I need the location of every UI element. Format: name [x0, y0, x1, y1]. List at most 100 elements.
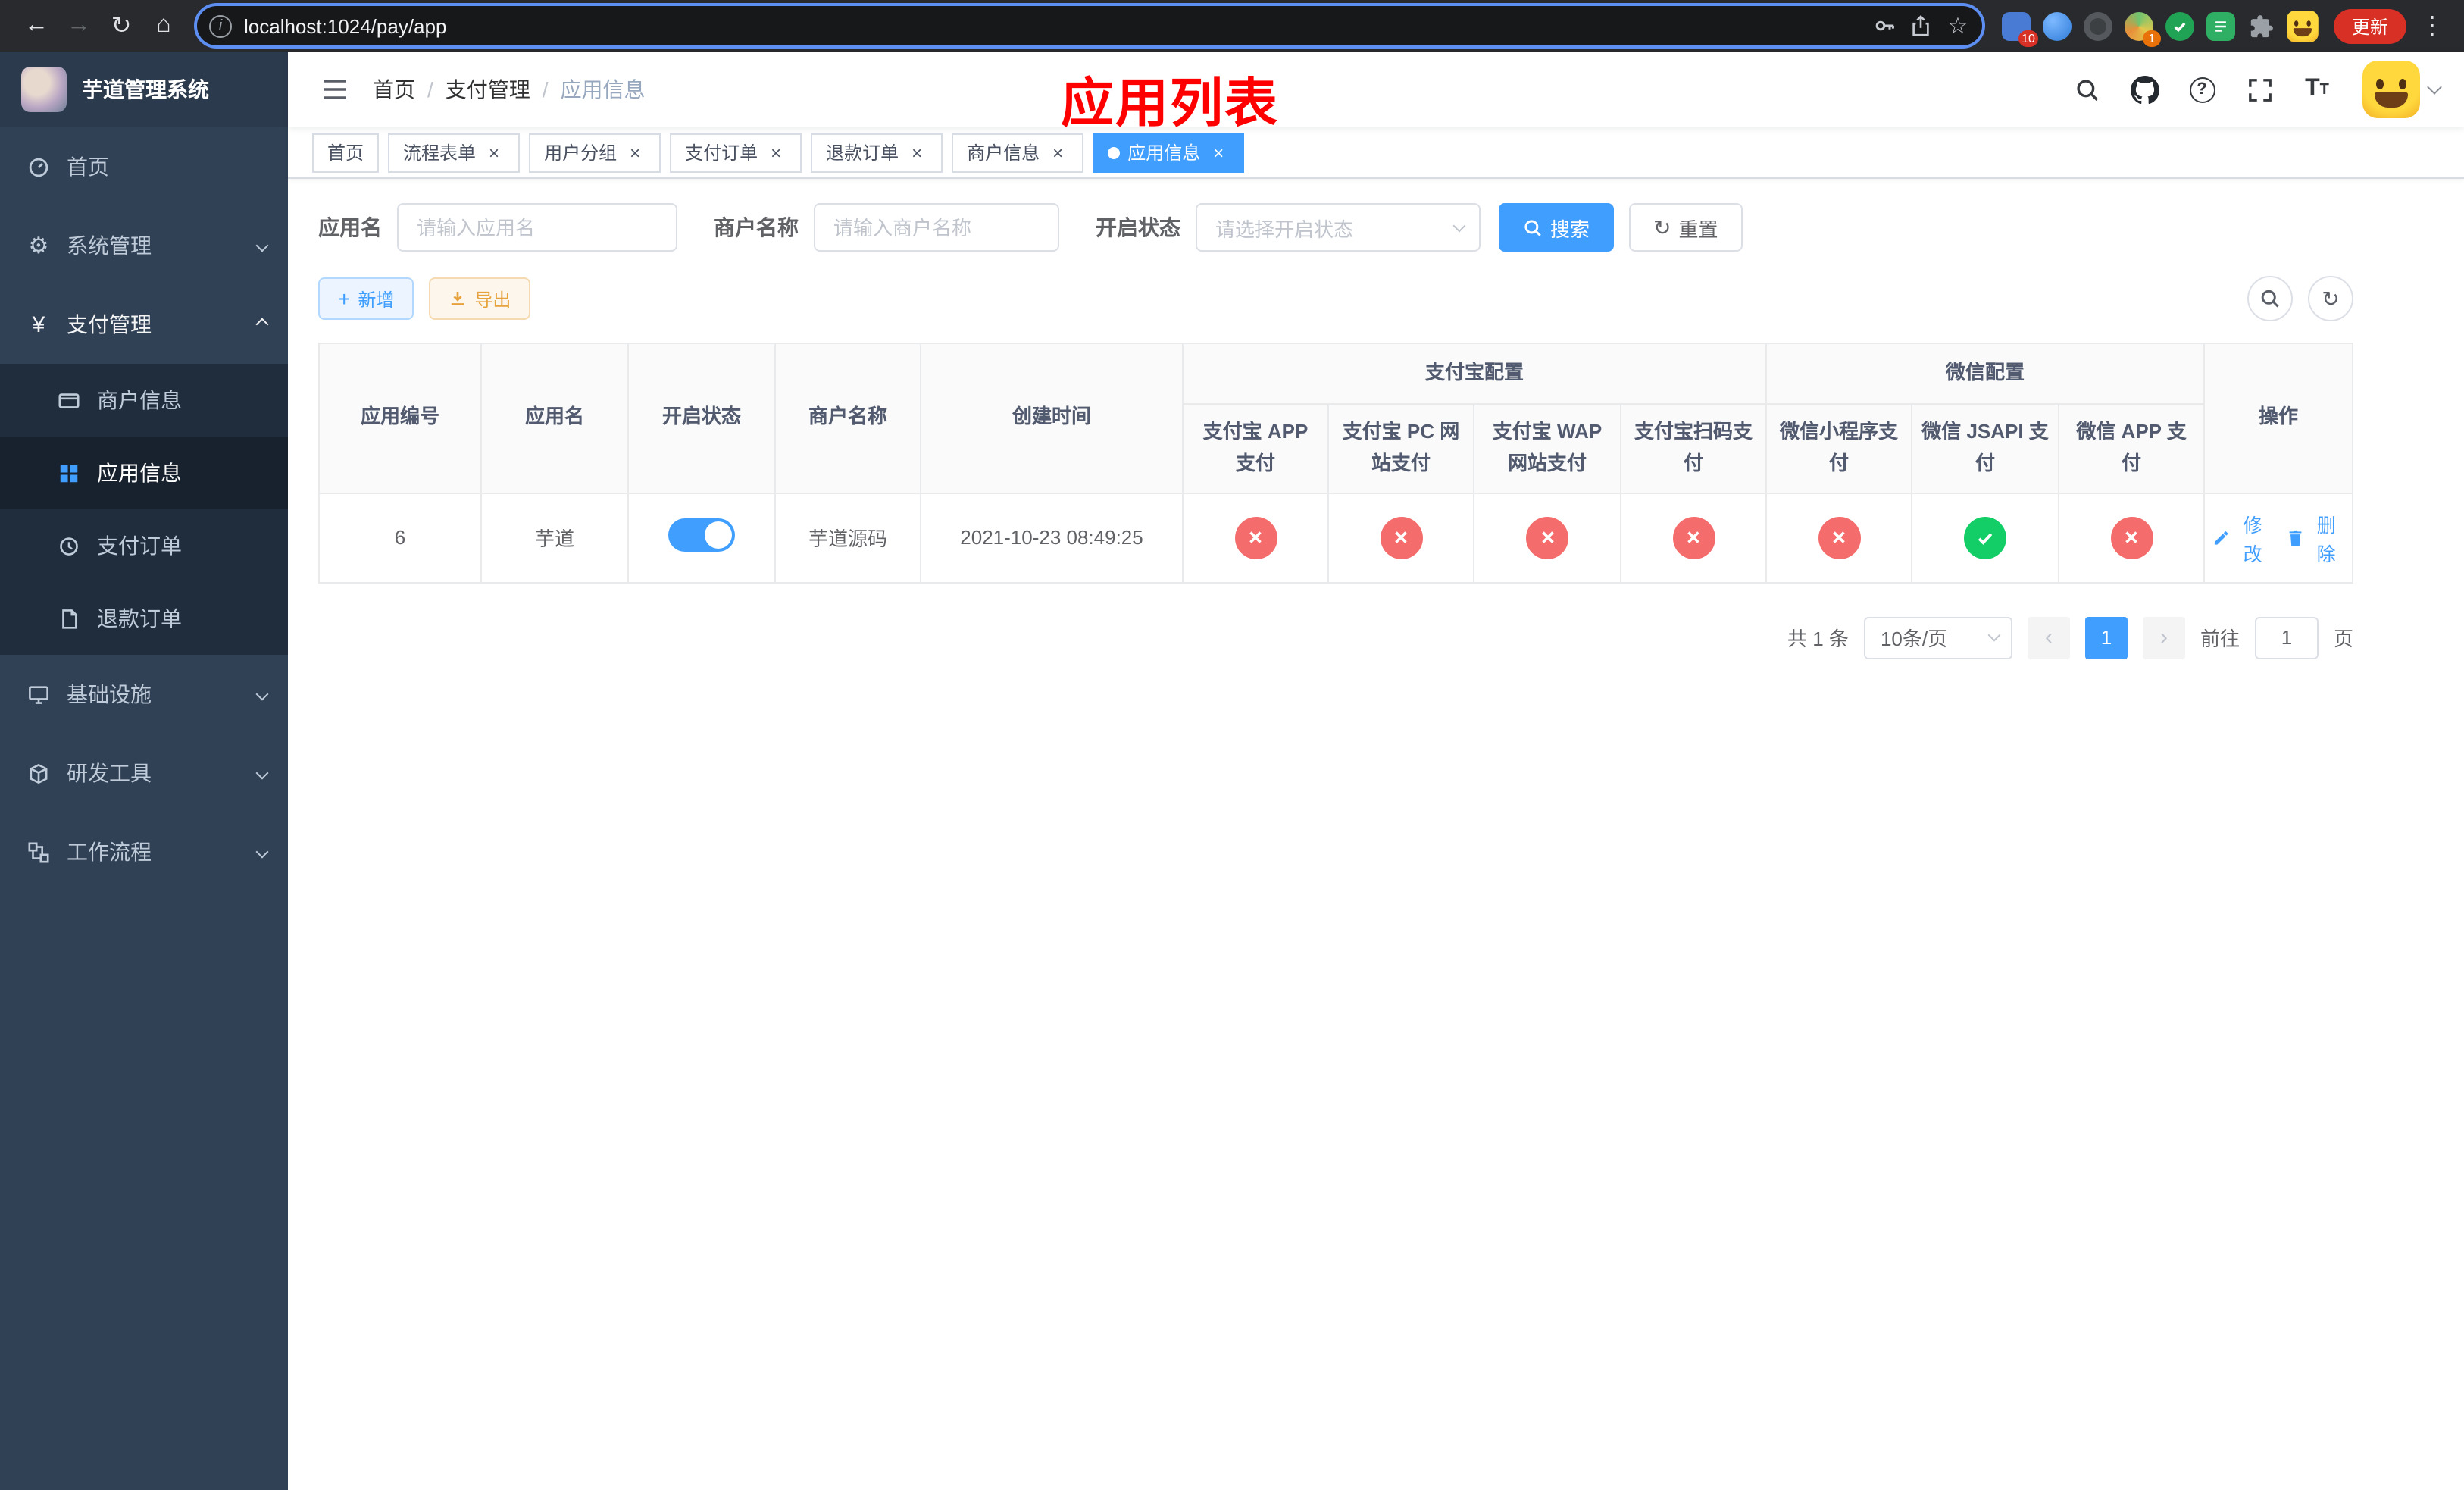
delete-button[interactable]: 删除 — [2286, 509, 2344, 566]
toolbar-right-icons: ↻ — [2247, 276, 2353, 321]
home-icon[interactable]: ⌂ — [142, 5, 185, 47]
export-button[interactable]: 导出 — [429, 277, 531, 320]
download-icon — [452, 292, 464, 305]
cell-name: 芋道 — [480, 492, 629, 584]
url-bar[interactable]: i localhost:1024/pay/app ☆ — [197, 6, 1982, 45]
toggle-search-button[interactable] — [2247, 276, 2293, 321]
extension-puzzle-icon[interactable] — [2246, 10, 2278, 42]
sidebar-collapse-icon[interactable] — [309, 64, 361, 115]
breadcrumb-separator: / — [427, 77, 433, 102]
sidebar-item-home[interactable]: 首页 — [0, 127, 288, 206]
next-page-button[interactable]: › — [2142, 616, 2185, 659]
browser-menu-icon[interactable]: ⋮ — [2416, 5, 2449, 47]
table-row: 6 芋道 芋道源码 2021-10-23 08:49:25 修改 删除 — [318, 492, 2354, 584]
password-key-icon[interactable] — [1867, 8, 1903, 44]
app-title: 芋道管理系统 — [82, 77, 209, 102]
close-icon[interactable]: × — [1047, 142, 1068, 163]
breadcrumb-home[interactable]: 首页 — [373, 74, 415, 105]
sidebar: 芋道管理系统 首页 ⚙ 系统管理 ¥ 支付管理 商户信息 应用信息 支付订单 退… — [0, 52, 288, 1490]
extension-emoji-body — [2286, 10, 2319, 42]
search-button[interactable]: 搜索 — [1499, 203, 1615, 252]
extension-color-icon[interactable]: 1 — [2123, 10, 2161, 46]
col-header-alipay-app: 支付宝 APP 支付 — [1182, 403, 1329, 494]
status-cross-icon — [1234, 516, 1277, 559]
status-label: 开启状态 — [1096, 215, 1180, 239]
annotation-title: 应用列表 — [1061, 74, 1280, 133]
tab-app-info[interactable]: 应用信息 × — [1093, 133, 1245, 172]
sidebar-item-app-info[interactable]: 应用信息 — [0, 437, 288, 509]
font-size-icon[interactable]: TT — [2296, 68, 2338, 111]
extension-dark-icon[interactable] — [2082, 10, 2114, 42]
cell-wx-app — [2058, 492, 2206, 584]
reset-button[interactable]: ↻ 重置 — [1629, 203, 1743, 252]
extension-notes-icon[interactable] — [2205, 10, 2237, 42]
site-info-icon[interactable]: i — [209, 14, 232, 37]
app-name-label: 应用名 — [318, 215, 382, 239]
export-button-label: 导出 — [474, 289, 511, 310]
edit-button[interactable]: 修改 — [2212, 509, 2271, 566]
goto-page-input[interactable] — [2254, 616, 2319, 659]
app-name-input[interactable] — [397, 203, 677, 252]
help-icon[interactable]: ? — [2181, 68, 2223, 111]
close-icon[interactable]: × — [765, 142, 786, 163]
bookmark-star-icon[interactable]: ☆ — [1940, 8, 1976, 44]
tab-merchant-info[interactable]: 商户信息 × — [952, 133, 1084, 172]
sidebar-item-pay-order[interactable]: 支付订单 — [0, 509, 288, 582]
user-avatar-menu[interactable] — [2362, 61, 2442, 118]
col-header-alipay-pc: 支付宝 PC 网站支付 — [1327, 403, 1474, 494]
chrome-update-button[interactable]: 更新 — [2333, 8, 2406, 43]
tab-refund-order[interactable]: 退款订单 × — [811, 133, 943, 172]
search-icon — [2261, 290, 2279, 308]
sidebar-item-dev-tools[interactable]: 研发工具 — [0, 734, 288, 812]
star-glyph: ☆ — [1947, 14, 1968, 39]
app-logo-area[interactable]: 芋道管理系统 — [0, 52, 288, 127]
extension-drop-icon[interactable] — [2041, 10, 2073, 42]
status-select[interactable]: 请选择开启状态 — [1196, 203, 1481, 252]
extension-emoji-icon[interactable] — [2286, 10, 2319, 42]
tags-view-bar: 首页 流程表单 × 用户分组 × 支付订单 × 退款订单 × 商户信息 × 应用… — [288, 127, 2464, 179]
cube-icon — [30, 762, 48, 784]
chevron-down-icon — [1452, 218, 1466, 232]
status-check-icon — [1964, 516, 2007, 559]
tab-pay-order[interactable]: 支付订单 × — [670, 133, 802, 172]
extension-blue-icon[interactable]: 10 — [2000, 10, 2038, 46]
caret-down-icon — [2427, 79, 2442, 94]
extension-check-icon[interactable] — [2164, 10, 2196, 42]
close-icon[interactable]: × — [1208, 142, 1229, 163]
sidebar-item-system[interactable]: ⚙ 系统管理 — [0, 206, 288, 285]
sidebar-item-refund-order[interactable]: 退款订单 — [0, 582, 288, 655]
cell-alipay-app — [1182, 492, 1329, 584]
page-size-select[interactable]: 10条/页 — [1863, 616, 2012, 659]
page-content: 应用名 商户名称 开启状态 请选择开启状态 — [288, 179, 2464, 1490]
status-cross-icon — [1526, 516, 1568, 559]
search-icon[interactable] — [2065, 68, 2108, 111]
back-icon[interactable]: ← — [15, 5, 58, 47]
refresh-button[interactable]: ↻ — [2308, 276, 2353, 321]
close-icon[interactable]: × — [624, 142, 646, 163]
prev-page-button[interactable]: ‹ — [2027, 616, 2070, 659]
status-cross-icon — [1818, 516, 1861, 559]
close-icon[interactable]: × — [906, 142, 927, 163]
url-text: localhost:1024/pay/app — [244, 14, 447, 37]
fullscreen-icon[interactable] — [2238, 68, 2281, 111]
add-button[interactable]: + 新增 — [318, 277, 414, 320]
github-icon[interactable] — [2123, 68, 2165, 111]
sidebar-item-merchant-info[interactable]: 商户信息 — [0, 364, 288, 437]
share-icon[interactable] — [1903, 8, 1940, 44]
search-icon — [1524, 219, 1541, 236]
reload-icon[interactable]: ↻ — [100, 5, 142, 47]
forward-icon[interactable]: → — [58, 5, 100, 47]
sidebar-item-label: 首页 — [67, 155, 109, 179]
tab-user-group[interactable]: 用户分组 × — [529, 133, 661, 172]
breadcrumb-payment[interactable]: 支付管理 — [446, 74, 530, 105]
page-number-1[interactable]: 1 — [2084, 616, 2128, 659]
sidebar-menu: 首页 ⚙ 系统管理 ¥ 支付管理 商户信息 应用信息 支付订单 退款订单 基础设… — [0, 127, 288, 1490]
status-toggle[interactable] — [668, 518, 735, 552]
sidebar-item-infrastructure[interactable]: 基础设施 — [0, 655, 288, 734]
merchant-name-input[interactable] — [814, 203, 1059, 252]
tab-process-form[interactable]: 流程表单 × — [388, 133, 521, 172]
tab-home[interactable]: 首页 — [312, 133, 380, 172]
close-icon[interactable]: × — [483, 142, 505, 163]
sidebar-item-workflow[interactable]: 工作流程 — [0, 812, 288, 891]
sidebar-item-payment[interactable]: ¥ 支付管理 — [0, 285, 288, 364]
